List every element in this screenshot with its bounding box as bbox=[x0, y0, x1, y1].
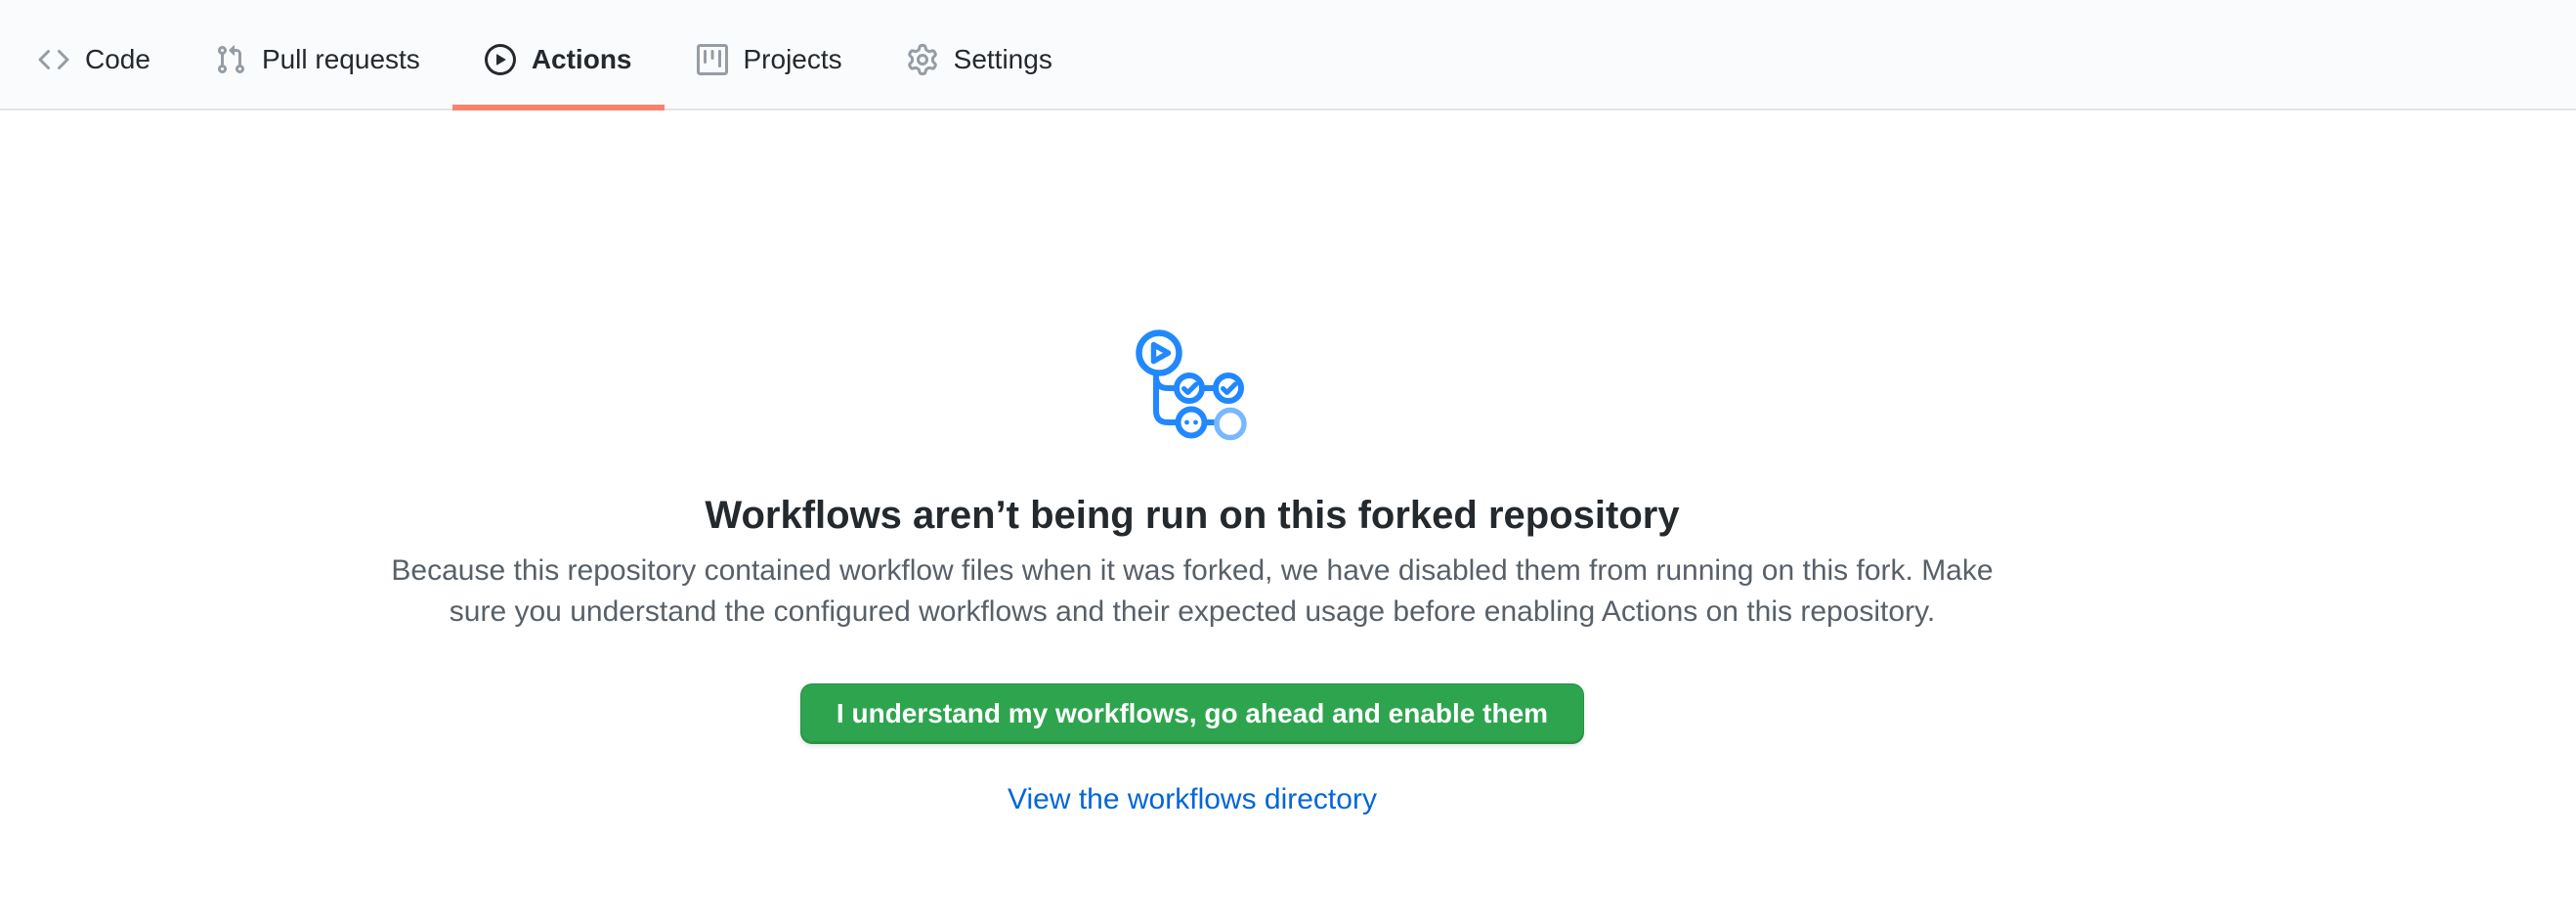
tab-pull-requests[interactable]: Pull requests bbox=[183, 10, 452, 109]
tab-pull-requests-label: Pull requests bbox=[262, 44, 420, 75]
play-icon bbox=[485, 44, 516, 75]
active-tab-underline bbox=[452, 105, 665, 110]
gear-icon bbox=[907, 44, 938, 75]
tab-code[interactable]: Code bbox=[6, 10, 183, 109]
git-pull-request-icon bbox=[215, 44, 246, 75]
description-line-1: Because this repository contained workfl… bbox=[0, 550, 2384, 592]
tab-actions[interactable]: Actions bbox=[452, 10, 665, 109]
project-icon bbox=[697, 44, 728, 75]
tab-projects[interactable]: Projects bbox=[665, 10, 875, 109]
description-line-2: sure you understand the configured workf… bbox=[0, 592, 2384, 633]
view-workflows-directory-link[interactable]: View the workflows directory bbox=[0, 783, 2384, 816]
actions-blankslate: Workflows aren’t being run on this forke… bbox=[0, 330, 2384, 816]
repo-tab-bar: Code Pull requests Actions Projects Sett… bbox=[0, 0, 2576, 110]
tab-settings[interactable]: Settings bbox=[875, 10, 1085, 109]
tab-projects-label: Projects bbox=[744, 44, 842, 75]
blankslate-description: Because this repository contained workfl… bbox=[0, 550, 2384, 633]
code-icon bbox=[38, 44, 69, 75]
enable-workflows-button[interactable]: I understand my workflows, go ahead and … bbox=[800, 683, 1584, 744]
tab-actions-label: Actions bbox=[532, 44, 632, 75]
tab-code-label: Code bbox=[85, 44, 150, 75]
page-title: Workflows aren’t being run on this forke… bbox=[0, 492, 2384, 539]
workflow-illustration-icon bbox=[1136, 330, 1249, 443]
tab-settings-label: Settings bbox=[954, 44, 1052, 75]
